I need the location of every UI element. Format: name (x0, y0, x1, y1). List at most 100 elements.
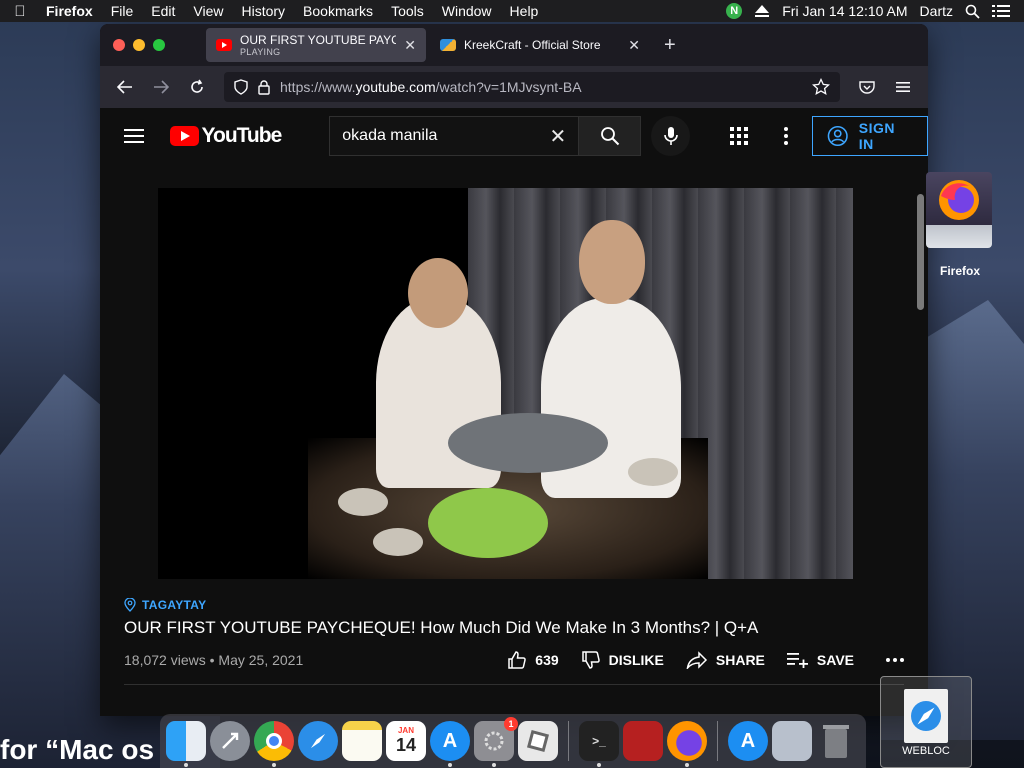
share-button[interactable]: SHARE (686, 651, 765, 669)
lock-icon[interactable] (258, 79, 270, 95)
tracking-shield-icon[interactable] (234, 79, 248, 95)
youtube-page: YouTube okada manila ✕ SIGN IN TAGAYTAY … (100, 108, 928, 716)
save-label: SAVE (816, 652, 854, 668)
app-store-icon[interactable]: A (430, 721, 470, 767)
zoom-window-button[interactable] (153, 39, 165, 51)
reload-icon (191, 79, 203, 93)
navigation-toolbar: https://www.youtube.com/watch?v=1MJvsynt… (100, 66, 928, 108)
photo-booth-icon[interactable] (623, 721, 663, 761)
new-tab-button[interactable]: + (664, 34, 676, 57)
video-frame-grill (448, 413, 608, 473)
search-query: okada manila (342, 127, 438, 144)
reload-button[interactable] (182, 72, 212, 102)
search-input[interactable]: okada manila ✕ (329, 116, 580, 156)
clear-search-icon[interactable]: ✕ (550, 124, 567, 149)
menu-view[interactable]: View (184, 3, 232, 19)
pocket-icon (859, 81, 875, 94)
menu-edit[interactable]: Edit (142, 3, 184, 19)
dock: JAN 14 A 1 >_ A (160, 714, 866, 768)
tab-youtube[interactable]: OUR FIRST YOUTUBE PAYCHEQUE! PLAYING ✕ (206, 28, 426, 62)
youtube-play-icon (169, 126, 199, 146)
video-player[interactable] (158, 188, 853, 579)
youtube-logo[interactable]: YouTube (169, 124, 283, 148)
video-location[interactable]: TAGAYTAY (124, 598, 904, 612)
apps-grid-icon[interactable] (730, 127, 749, 145)
safari-icon[interactable] (298, 721, 338, 761)
calendar-month: JAN (397, 726, 414, 735)
calendar-icon[interactable]: JAN 14 (386, 721, 426, 761)
tab-title: OUR FIRST YOUTUBE PAYCHEQUE! (240, 33, 397, 47)
search-button[interactable] (579, 116, 642, 156)
finder-icon[interactable] (166, 721, 206, 767)
video-stats-row: 18,072 views • May 25, 2021 639 DISLIKE … (124, 650, 904, 670)
menubar-user[interactable]: Dartz (920, 3, 953, 19)
notification-badge: 1 (504, 717, 518, 731)
back-button[interactable] (110, 72, 140, 102)
firefox-window: OUR FIRST YOUTUBE PAYCHEQUE! PLAYING ✕ K… (100, 24, 928, 716)
downloads-icon[interactable] (772, 721, 812, 761)
sign-in-label: SIGN IN (858, 120, 896, 152)
webloc-file-icon[interactable]: WEBLOC (880, 676, 972, 768)
more-settings-icon[interactable] (784, 127, 789, 145)
video-actions: 639 DISLIKE SHARE SAVE (507, 650, 904, 670)
app-store-folder-icon[interactable]: A (728, 721, 768, 761)
eject-icon[interactable] (754, 4, 770, 18)
minimize-window-button[interactable] (133, 39, 145, 51)
dislike-label: DISLIKE (608, 652, 664, 668)
page-scrollbar[interactable] (917, 194, 924, 310)
spotlight-search-icon[interactable] (965, 4, 980, 19)
address-bar[interactable]: https://www.youtube.com/watch?v=1MJvsynt… (224, 72, 840, 102)
location-pin-icon (124, 598, 136, 612)
app-menu-button[interactable] (888, 72, 918, 102)
apple-menu-icon[interactable]:  (0, 3, 40, 20)
voice-search-button[interactable] (651, 116, 691, 156)
sign-in-button[interactable]: SIGN IN (812, 116, 928, 156)
like-button[interactable]: 639 (507, 650, 559, 670)
menu-history[interactable]: History (232, 3, 294, 19)
menu-tools[interactable]: Tools (382, 3, 433, 19)
close-tab-icon[interactable]: ✕ (628, 37, 640, 54)
background-window-text: for “Mac os (0, 734, 155, 765)
bookmark-star-icon[interactable] (812, 78, 830, 96)
hamburger-menu-icon (896, 82, 910, 92)
window-controls (100, 39, 206, 51)
video-frame-plate (338, 488, 388, 516)
save-button[interactable]: SAVE (786, 652, 854, 668)
system-preferences-icon[interactable]: 1 (474, 717, 518, 767)
pocket-button[interactable] (852, 72, 882, 102)
playlist-add-icon (786, 653, 808, 668)
roblox-icon[interactable] (518, 721, 558, 761)
forward-button[interactable] (146, 72, 176, 102)
trash-icon[interactable] (816, 721, 856, 761)
firefox-dock-icon[interactable] (667, 721, 707, 767)
menu-window[interactable]: Window (433, 3, 501, 19)
guide-menu-icon[interactable] (124, 129, 144, 143)
video-frame-plate (373, 528, 423, 556)
menubar-clock[interactable]: Fri Jan 14 12:10 AM (782, 3, 907, 19)
notes-icon[interactable] (342, 721, 382, 761)
dock-separator (717, 721, 718, 761)
control-center-icon[interactable] (992, 4, 1010, 18)
terminal-icon[interactable]: >_ (579, 721, 619, 767)
desktop-firefox-icon[interactable]: Firefox (926, 172, 994, 278)
youtube-favicon-icon (216, 39, 232, 51)
more-actions-icon[interactable] (886, 658, 904, 662)
status-app-badge[interactable]: N (726, 3, 743, 19)
youtube-logo-text: YouTube (201, 124, 283, 147)
arrow-right-icon (154, 80, 169, 94)
menu-bookmarks[interactable]: Bookmarks (294, 3, 382, 19)
share-label: SHARE (715, 652, 765, 668)
menu-help[interactable]: Help (501, 3, 548, 19)
close-tab-icon[interactable]: ✕ (404, 37, 416, 54)
tab-title: KreekCraft - Official Store (464, 38, 601, 52)
dislike-button[interactable]: DISLIKE (581, 650, 664, 670)
chrome-icon[interactable] (254, 721, 294, 767)
tab-kreekcraft[interactable]: KreekCraft - Official Store ✕ (430, 28, 650, 62)
menu-app-name[interactable]: Firefox (40, 3, 102, 19)
launchpad-icon[interactable] (210, 721, 250, 761)
menu-file[interactable]: File (102, 3, 143, 19)
search-icon (600, 127, 619, 146)
close-window-button[interactable] (113, 39, 125, 51)
video-frame-plate (628, 458, 678, 486)
url-text: https://www.youtube.com/watch?v=1MJvsynt… (280, 79, 582, 95)
